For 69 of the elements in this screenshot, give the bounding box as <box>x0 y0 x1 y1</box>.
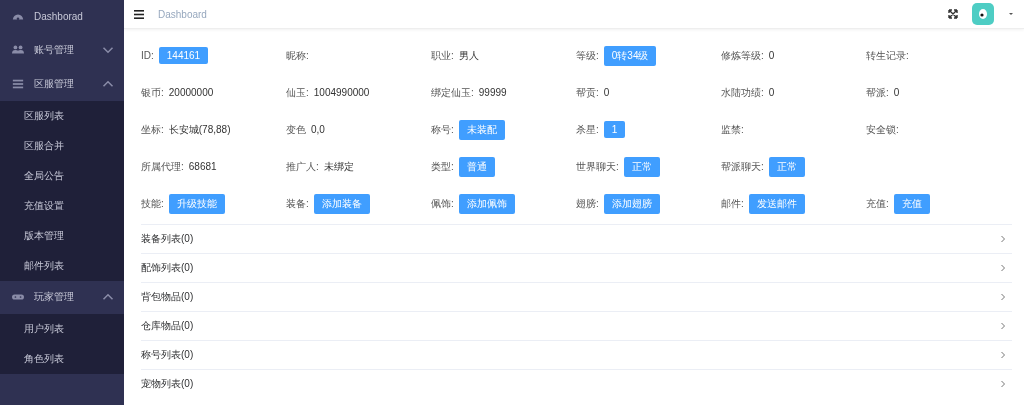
chevron-icon <box>1000 235 1006 243</box>
field-value: 0 <box>893 87 900 98</box>
collapse-item[interactable]: 称号列表(0) <box>141 340 1012 369</box>
field-label: 修炼等级: <box>721 48 764 63</box>
sidebar-subitem[interactable]: 版本管理 <box>0 220 124 251</box>
field-label: 等级: <box>576 48 599 63</box>
field-value: 99999 <box>478 87 507 98</box>
sidebar-subitem[interactable]: 充值设置 <box>0 190 124 221</box>
collapse-item[interactable]: 配饰列表(0) <box>141 253 1012 282</box>
field-value: 长安城(78,88) <box>168 122 231 137</box>
field-value: 1004990000 <box>313 87 370 98</box>
sidebar-subitem[interactable]: 区服列表 <box>0 100 124 131</box>
field-value: 男人 <box>458 48 479 63</box>
field-value: 20000000 <box>168 87 214 98</box>
collapse-item[interactable]: 背包物品(0) <box>141 282 1012 311</box>
field-label: 杀星: <box>576 122 599 137</box>
field-value: 0 <box>768 50 775 61</box>
field-label: 转生记录: <box>866 48 909 63</box>
chevron-icon <box>1000 322 1006 330</box>
field-label: 仙玉: <box>286 85 309 100</box>
field-label: 邮件: <box>721 196 744 211</box>
field-value: 0 <box>768 87 775 98</box>
sidebar-item[interactable]: 区服管理 <box>0 67 124 101</box>
field-label: 水陆功绩: <box>721 85 764 100</box>
field-label: 绑定仙玉: <box>431 85 474 100</box>
collapse-item[interactable]: 宠物列表(0) <box>141 369 1012 398</box>
field-label: 翅膀: <box>576 196 599 211</box>
field-label: 推广人: <box>286 159 319 174</box>
chevron-icon <box>1000 380 1006 388</box>
field-label: ID: <box>141 50 154 61</box>
sidebar-subitem[interactable]: 区服合并 <box>0 130 124 161</box>
caret-icon[interactable] <box>1008 11 1014 17</box>
sidebar-item[interactable]: 玩家管理 <box>0 280 124 314</box>
field-value: 0 <box>603 87 610 98</box>
list-icon <box>12 77 24 90</box>
field-label: 职业: <box>431 48 454 63</box>
collapse-item[interactable]: 装备列表(0) <box>141 224 1012 253</box>
field-label: 类型: <box>431 159 454 174</box>
field-label: 称号: <box>431 122 454 137</box>
field-label: 安全锁: <box>866 122 899 137</box>
fullscreen-icon[interactable] <box>948 9 958 19</box>
chevron-icon <box>1000 293 1006 301</box>
field-label: 帮贡: <box>576 85 599 100</box>
field-value: 68681 <box>188 161 217 172</box>
field-label: 充值: <box>866 196 889 211</box>
chevron-icon <box>1000 264 1006 272</box>
chevron-icon <box>1000 351 1006 359</box>
field-label: 监禁: <box>721 122 744 137</box>
field-label: 技能: <box>141 196 164 211</box>
field-label: 帮派: <box>866 85 889 100</box>
field-label: 坐标: <box>141 122 164 137</box>
sidebar-subitem[interactable]: 用户列表 <box>0 314 124 344</box>
field-value: 未绑定 <box>323 159 354 174</box>
sidebar-item[interactable]: 账号管理 <box>0 33 124 67</box>
field-label: 变色 <box>286 122 306 137</box>
field-label: 所属代理: <box>141 159 184 174</box>
sidebar-subitem[interactable]: 全局公告 <box>0 160 124 191</box>
collapse-item[interactable]: 仓库物品(0) <box>141 311 1012 340</box>
sidebar-subitem[interactable]: 邮件列表 <box>0 250 124 281</box>
menu-icon[interactable] <box>134 9 144 19</box>
sidebar-subitem[interactable]: 角色列表 <box>0 344 124 374</box>
field-label: 昵称: <box>286 48 309 63</box>
field-label: 世界聊天: <box>576 159 619 174</box>
field-label: 装备: <box>286 196 309 211</box>
field-label: 银币: <box>141 85 164 100</box>
sidebar-item[interactable]: Dashborad <box>0 0 124 34</box>
field-label: 帮派聊天: <box>721 159 764 174</box>
field-label: 佩饰: <box>431 196 454 211</box>
field-value: 0,0 <box>311 124 325 135</box>
